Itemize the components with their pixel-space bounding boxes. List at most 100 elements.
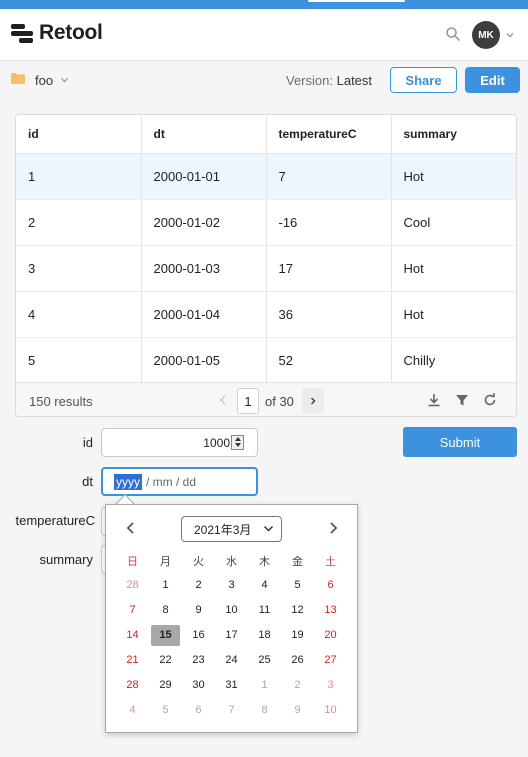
chevron-right-icon[interactable] [326, 521, 340, 535]
calendar-day[interactable]: 2 [283, 675, 312, 696]
calendar-day[interactable]: 20 [316, 625, 345, 646]
calendar-day[interactable]: 3 [217, 575, 246, 596]
table-cell: Hot [391, 153, 516, 200]
calendar-day[interactable]: 22 [151, 650, 180, 671]
calendar-day[interactable]: 14 [118, 625, 147, 646]
calendar-day[interactable]: 8 [250, 700, 279, 721]
weekday-header: 月 [160, 556, 171, 568]
table-cell: 2000-01-02 [141, 199, 267, 246]
calendar-day[interactable]: 24 [217, 650, 246, 671]
calendar-day[interactable]: 6 [316, 575, 345, 596]
calendar-day[interactable]: 1 [151, 575, 180, 596]
table-cell: Hot [391, 291, 516, 338]
submit-button[interactable]: Submit [403, 427, 517, 457]
edit-button[interactable]: Edit [465, 67, 520, 93]
temperature-label: temperatureC [15, 513, 95, 528]
page-number-input[interactable]: 1 [237, 388, 259, 414]
calendar-day[interactable]: 9 [184, 600, 213, 621]
calendar-day[interactable]: 4 [250, 575, 279, 596]
table-row[interactable]: 1 2000-01-01 7 Hot [16, 153, 516, 200]
filter-icon[interactable] [454, 392, 470, 408]
calendar-day[interactable]: 29 [151, 675, 180, 696]
calendar-day[interactable]: 9 [283, 700, 312, 721]
column-header[interactable]: temperatureC [266, 115, 392, 154]
app-header: Retool MK [0, 9, 528, 61]
weekday-header: 日 [127, 556, 138, 568]
table-cell: 52 [266, 337, 392, 384]
calendar-day[interactable]: 23 [184, 650, 213, 671]
chevron-left-icon[interactable] [213, 389, 233, 411]
column-header[interactable]: dt [141, 115, 267, 154]
table-row[interactable]: 3 2000-01-03 17 Hot [16, 245, 516, 292]
app-subbar: foo Version: Latest Share Edit [0, 62, 528, 100]
table-footer: 150 results 1 of 30 [16, 382, 516, 416]
calendar-day[interactable]: 13 [316, 600, 345, 621]
chevron-down-icon[interactable] [505, 30, 515, 40]
refresh-icon[interactable] [482, 392, 498, 408]
chevron-down-icon [263, 525, 274, 532]
calendar-day[interactable]: 2 [184, 575, 213, 596]
download-icon[interactable] [426, 392, 442, 408]
calendar-day[interactable]: 28 [118, 675, 147, 696]
date-input[interactable]: yyyy / mm / dd [101, 467, 258, 496]
calendar-day[interactable]: 31 [217, 675, 246, 696]
column-header[interactable]: summary [391, 115, 516, 154]
version-indicator[interactable]: Version: Latest [286, 73, 372, 88]
results-count: 150 results [29, 394, 93, 409]
chevron-down-icon[interactable] [60, 76, 69, 84]
calendar-day[interactable]: 8 [151, 600, 180, 621]
calendar-day[interactable]: 16 [184, 625, 213, 646]
calendar-day[interactable]: 18 [250, 625, 279, 646]
calendar-day[interactable]: 21 [118, 650, 147, 671]
table-row[interactable]: 5 2000-01-05 52 Chilly [16, 337, 516, 384]
column-header[interactable]: id [16, 115, 142, 154]
calendar-day[interactable]: 6 [184, 700, 213, 721]
logo-text: Retool [39, 21, 103, 44]
user-avatar[interactable]: MK [472, 21, 500, 49]
calendar-day[interactable]: 5 [151, 700, 180, 721]
chevron-left-icon[interactable] [124, 521, 138, 535]
calendar-day[interactable]: 11 [250, 600, 279, 621]
page-total: of 30 [265, 394, 294, 409]
calendar-day[interactable]: 17 [217, 625, 246, 646]
calendar-day[interactable]: 3 [316, 675, 345, 696]
month-year-label: 2021年3月 [194, 522, 252, 537]
weekday-header: 金 [292, 556, 303, 568]
app-name[interactable]: foo [35, 73, 53, 88]
number-spinner[interactable] [231, 435, 244, 450]
folder-icon [11, 73, 25, 84]
calendar-day[interactable]: 27 [316, 650, 345, 671]
table-cell: 2000-01-01 [141, 153, 267, 200]
id-input[interactable]: 1000 [101, 428, 258, 457]
table-cell: 4 [16, 291, 142, 338]
calendar-day[interactable]: 30 [184, 675, 213, 696]
next-page-button[interactable] [302, 388, 324, 414]
weekday-header: 水 [226, 556, 237, 568]
calendar-day[interactable]: 10 [217, 600, 246, 621]
calendar-day[interactable]: 7 [217, 700, 246, 721]
month-year-select[interactable]: 2021年3月 [181, 516, 282, 542]
retool-logo[interactable]: Retool [11, 21, 103, 45]
calendar-day[interactable]: 19 [283, 625, 312, 646]
calendar-day[interactable]: 12 [283, 600, 312, 621]
date-year-segment[interactable]: yyyy [114, 474, 142, 490]
calendar-day[interactable]: 5 [283, 575, 312, 596]
table-row[interactable]: 2 2000-01-02 -16 Cool [16, 199, 516, 246]
calendar-day[interactable]: 7 [118, 600, 147, 621]
calendar-day[interactable]: 15 [151, 625, 180, 646]
date-month-day-segment[interactable]: / mm / dd [146, 475, 196, 489]
calendar-day[interactable]: 4 [118, 700, 147, 721]
table-cell: 7 [266, 153, 392, 200]
calendar-day[interactable]: 10 [316, 700, 345, 721]
calendar-day[interactable]: 26 [283, 650, 312, 671]
data-table: id dt temperatureC summary 1 2000-01-01 … [15, 114, 517, 417]
id-value: 1000 [203, 436, 230, 450]
share-button[interactable]: Share [390, 67, 457, 93]
table-row[interactable]: 4 2000-01-04 36 Hot [16, 291, 516, 338]
top-strip-tab [308, 0, 405, 2]
table-cell: 36 [266, 291, 392, 338]
calendar-day[interactable]: 28 [118, 575, 147, 596]
search-icon[interactable] [445, 26, 461, 42]
calendar-day[interactable]: 1 [250, 675, 279, 696]
calendar-day[interactable]: 25 [250, 650, 279, 671]
